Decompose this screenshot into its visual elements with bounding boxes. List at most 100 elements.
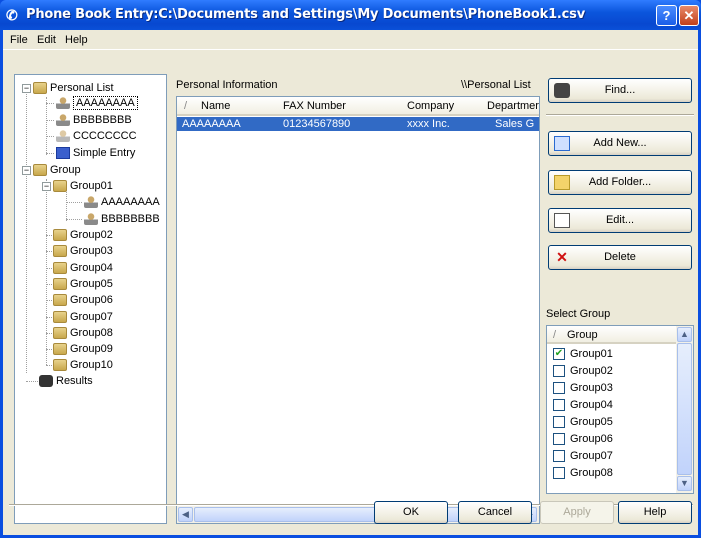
tree-group08[interactable]: Group08 (53, 325, 113, 341)
person-icon (56, 114, 70, 127)
group-checkbox-row[interactable]: Group08 (553, 466, 613, 483)
tree-group05[interactable]: Group05 (53, 276, 113, 292)
tree-view[interactable]: − Personal List AAAAAAAA BBBBBBBB CCCCCC… (14, 74, 167, 524)
tree-simple-entry[interactable]: Simple Entry (56, 145, 135, 161)
scroll-thumb[interactable] (677, 343, 692, 475)
tree-group03[interactable]: Group03 (53, 243, 113, 259)
column-department[interactable]: Departmer (487, 100, 539, 112)
tree-item-aaaaaaaa[interactable]: AAAAAAAA (56, 95, 138, 111)
checkbox-icon[interactable] (553, 382, 565, 395)
column-company[interactable]: Company (407, 100, 454, 112)
help-title-button[interactable]: ? (656, 5, 677, 26)
menu-file[interactable]: File (10, 34, 28, 46)
collapse-icon[interactable]: − (22, 166, 31, 175)
group-folder-icon (53, 359, 67, 372)
tree-group10[interactable]: Group10 (53, 357, 113, 373)
group-checkbox-row[interactable]: Group02 (553, 364, 613, 381)
tree-item-cccccccc[interactable]: CCCCCCCC (56, 128, 137, 144)
title-bar[interactable]: ✆ Phone Book Entry:C:\Documents and Sett… (0, 0, 701, 30)
group-folder-icon (53, 343, 67, 356)
group-folder-icon (53, 245, 67, 258)
find-button[interactable]: Find... (548, 78, 692, 103)
person-icon (56, 130, 70, 143)
tree-personal-list[interactable]: Personal List (33, 80, 114, 96)
list-header: / Name FAX Number Company Departmer (177, 97, 539, 116)
group-folder-icon (53, 180, 67, 193)
tree-group01[interactable]: Group01 (53, 178, 113, 194)
pencil-icon (554, 213, 570, 228)
checkbox-icon[interactable] (553, 399, 565, 412)
group-folder-icon (53, 278, 67, 291)
checkbox-icon[interactable] (553, 450, 565, 463)
column-fax[interactable]: FAX Number (283, 100, 346, 112)
tree-group01-item-aaaaaaaa[interactable]: AAAAAAAA (84, 194, 160, 210)
folder-people-icon (33, 82, 47, 95)
binoculars-icon (554, 83, 570, 98)
cancel-button[interactable]: Cancel (458, 501, 532, 524)
add-new-button[interactable]: Add New... (548, 131, 692, 156)
table-row[interactable]: AAAAAAAA 01234567890 xxxx Inc. Sales G (177, 117, 539, 131)
group-list-header: / Group (547, 326, 676, 344)
checkbox-icon[interactable] (553, 467, 565, 480)
folder-add-icon (554, 175, 570, 190)
person-icon (84, 213, 98, 226)
help-button[interactable]: Help (618, 501, 692, 524)
tree-group04[interactable]: Group04 (53, 260, 113, 276)
ok-button[interactable]: OK (374, 501, 448, 524)
scroll-up-icon[interactable]: ▲ (677, 327, 692, 342)
scroll-down-icon[interactable]: ▼ (677, 476, 692, 491)
group-checkbox-row[interactable]: Group06 (553, 432, 613, 449)
delete-icon: ✕ (556, 249, 568, 265)
group-checkbox-row[interactable]: ✔ Group01 (553, 347, 613, 364)
scroll-left-icon[interactable]: ◀ (178, 507, 193, 522)
checkbox-icon[interactable] (553, 365, 565, 378)
vertical-scrollbar[interactable]: ▲ ▼ (676, 326, 693, 493)
binoculars-icon (39, 375, 53, 388)
card-icon (56, 147, 70, 160)
entry-list[interactable]: / Name FAX Number Company Departmer AAAA… (176, 96, 540, 524)
group-checkbox-row[interactable]: Group07 (553, 449, 613, 466)
phonebook-window: ✆ Phone Book Entry:C:\Documents and Sett… (0, 0, 701, 538)
collapse-icon[interactable]: − (42, 182, 51, 191)
group-folder-icon (33, 164, 47, 177)
checkbox-icon[interactable] (553, 416, 565, 429)
group-folder-icon (53, 327, 67, 340)
group-checkbox-row[interactable]: Group03 (553, 381, 613, 398)
menu-bar: File Edit Help (3, 30, 698, 50)
checkbox-checked-icon[interactable]: ✔ (553, 348, 565, 361)
column-group[interactable]: Group (567, 329, 598, 341)
app-icon: ✆ (6, 7, 18, 23)
group-list[interactable]: / Group ✔ Group01 Group02 Group03 Group04… (546, 325, 694, 494)
tree-group07[interactable]: Group07 (53, 309, 113, 325)
collapse-icon[interactable]: − (22, 84, 31, 93)
group-folder-icon (53, 311, 67, 324)
apply-button[interactable]: Apply (540, 501, 614, 524)
window-title: Phone Book Entry:C:\Documents and Settin… (26, 7, 585, 22)
tree-group01-item-bbbbbbbb[interactable]: BBBBBBBB (84, 211, 160, 227)
tree-group09[interactable]: Group09 (53, 341, 113, 357)
group-folder-icon (53, 229, 67, 242)
tree-results[interactable]: Results (39, 373, 93, 389)
person-icon (84, 196, 98, 209)
personal-info-label: Personal Information (176, 79, 278, 91)
tree-group06[interactable]: Group06 (53, 292, 113, 308)
path-label: \\Personal List (461, 79, 531, 91)
tree-group[interactable]: Group (33, 162, 81, 178)
select-group-label: Select Group (546, 308, 611, 320)
add-folder-button[interactable]: Add Folder... (548, 170, 692, 195)
close-button[interactable]: ✕ (679, 5, 699, 26)
tree-item-bbbbbbbb[interactable]: BBBBBBBB (56, 112, 132, 128)
menu-edit[interactable]: Edit (37, 34, 56, 46)
tree-group02[interactable]: Group02 (53, 227, 113, 243)
edit-button[interactable]: Edit... (548, 208, 692, 233)
checkbox-icon[interactable] (553, 433, 565, 446)
group-folder-icon (53, 294, 67, 307)
add-entry-icon (554, 136, 570, 151)
group-checkbox-row[interactable]: Group04 (553, 398, 613, 415)
delete-button[interactable]: ✕ Delete (548, 245, 692, 270)
group-checkbox-row[interactable]: Group05 (553, 415, 613, 432)
person-icon (56, 97, 70, 110)
client-area: File Edit Help − Personal List AAAAAAAA … (3, 30, 698, 535)
column-name[interactable]: Name (201, 100, 230, 112)
menu-help[interactable]: Help (65, 34, 88, 46)
